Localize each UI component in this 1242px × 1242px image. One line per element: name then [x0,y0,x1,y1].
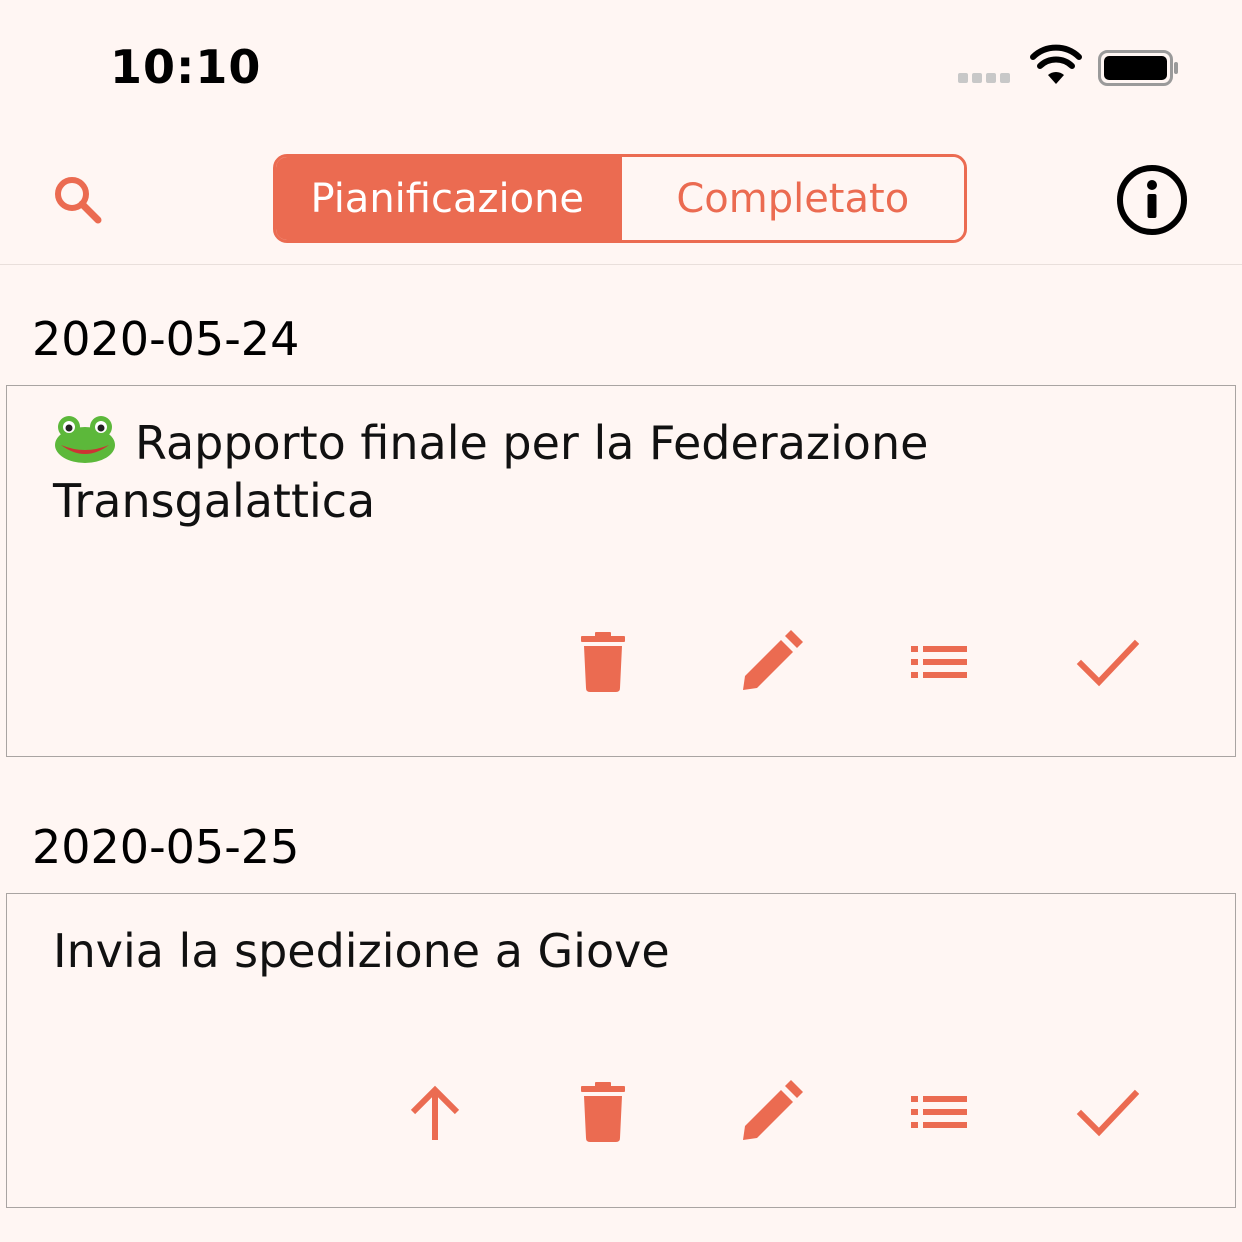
section-date-header: 2020-05-25 [32,820,300,874]
list-icon [911,646,967,678]
complete-button[interactable] [1075,630,1139,694]
task-title-container: Rapporto finale per la Federazione Trans… [53,414,1153,530]
delete-button[interactable] [571,1080,635,1144]
check-icon [1076,639,1139,687]
delete-icon [581,1082,625,1142]
battery-icon [1098,50,1178,86]
complete-button[interactable] [1075,1080,1139,1144]
details-button[interactable] [907,1080,971,1144]
edit-icon [743,630,803,690]
tab-completed[interactable]: Completato [618,157,964,240]
delete-button[interactable] [571,630,635,694]
status-time: 10:10 [110,40,262,94]
nav-bar: Pianificazione Completato [0,130,1242,265]
edit-icon [743,1080,803,1140]
delete-icon [581,632,625,692]
task-title: Invia la spedizione a Giove [53,924,670,978]
frog-face-icon [55,416,115,463]
details-button[interactable] [907,630,971,694]
edit-button[interactable] [739,630,803,694]
task-card[interactable]: Rapporto finale per la Federazione Trans… [6,385,1236,757]
search-icon[interactable] [50,172,106,228]
arrow-up-icon [410,1085,460,1140]
segmented-control: Pianificazione Completato [273,154,967,243]
tab-planning[interactable]: Pianificazione [276,157,619,240]
section-date-header: 2020-05-24 [32,312,300,366]
wifi-icon [1030,44,1082,84]
list-icon [911,1096,967,1128]
task-card[interactable]: Invia la spedizione a Giove [6,893,1236,1208]
task-title: Rapporto finale per la Federazione Trans… [53,416,929,528]
status-bar: 10:10 [0,0,1242,130]
task-title-container: Invia la spedizione a Giove [53,922,1153,980]
check-icon [1076,1089,1139,1137]
edit-button[interactable] [739,1080,803,1144]
info-icon[interactable] [1116,164,1188,236]
cellular-signal-icon [958,73,1010,83]
move-up-button[interactable] [403,1080,467,1144]
